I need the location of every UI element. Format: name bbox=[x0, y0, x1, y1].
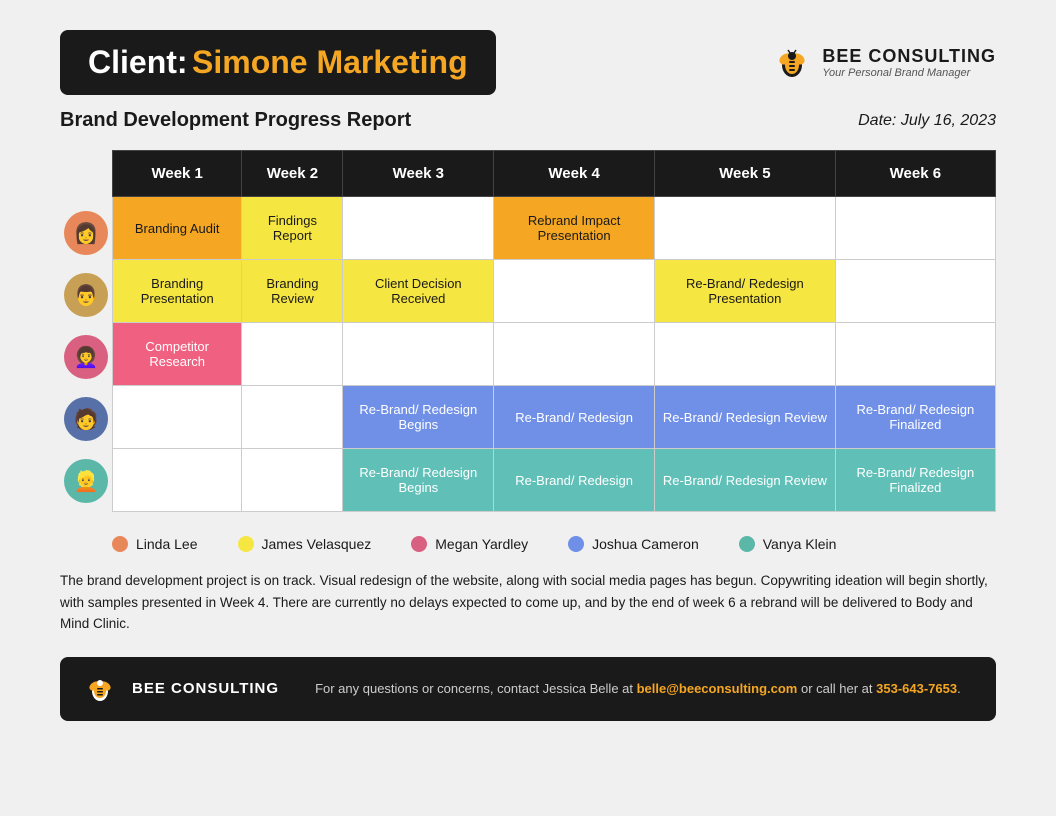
footer-phone: 353-643-7653 bbox=[876, 681, 957, 696]
table-row: Branding AuditFindings Report Rebrand Imp… bbox=[113, 197, 996, 260]
legend-item: Megan Yardley bbox=[411, 536, 528, 552]
table-cell bbox=[494, 260, 655, 323]
footer-email[interactable]: belle@beeconsulting.com bbox=[637, 681, 798, 696]
table-cell: Branding Presentation bbox=[113, 260, 242, 323]
tagline: Your Personal Brand Manager bbox=[822, 67, 996, 79]
report-title: Brand Development Progress Report bbox=[60, 109, 411, 132]
table-cell bbox=[343, 197, 494, 260]
legend-label: James Velasquez bbox=[262, 536, 372, 552]
table-cell: Rebrand Impact Presentation bbox=[494, 197, 655, 260]
avatars-column: 👩 👨 👩‍🦱 🧑 👱 bbox=[60, 150, 112, 512]
legend: Linda Lee James Velasquez Megan Yardley Jos… bbox=[112, 536, 996, 552]
subtitle-row: Brand Development Progress Report Date: … bbox=[60, 109, 996, 132]
table-cell: Re-Brand/ Redesign Begins bbox=[343, 386, 494, 449]
table-cell bbox=[242, 386, 343, 449]
table-cell: Re-Brand/ Redesign bbox=[494, 386, 655, 449]
company-name: BEE CONSULTING bbox=[822, 46, 996, 67]
avatar-1: 👩 bbox=[64, 211, 108, 255]
gantt-table: Week 1Week 2Week 3Week 4Week 5Week 6Bran… bbox=[112, 150, 996, 512]
legend-item: Linda Lee bbox=[112, 536, 198, 552]
table-cell: Re-Brand/ Redesign Review bbox=[655, 386, 836, 449]
table-cell bbox=[835, 260, 995, 323]
legend-item: James Velasquez bbox=[238, 536, 372, 552]
table-cell: Re-Brand/ Redesign Presentation bbox=[655, 260, 836, 323]
description: The brand development project is on trac… bbox=[60, 570, 996, 635]
table-row: Re-Brand/ Redesign BeginsRe-Brand/ Redes… bbox=[113, 449, 996, 512]
avatar-3: 👩‍🦱 bbox=[64, 335, 108, 379]
legend-item: Vanya Klein bbox=[739, 536, 837, 552]
legend-dot bbox=[411, 536, 427, 552]
week-header: Week 4 bbox=[494, 151, 655, 197]
avatar-cell: 👱 bbox=[60, 450, 112, 512]
page: Client: Simone Marketing BEE CONSULTING … bbox=[0, 0, 1056, 816]
bee-logo-icon bbox=[772, 43, 812, 83]
week-header: Week 1 bbox=[113, 151, 242, 197]
report-date: Date: July 16, 2023 bbox=[858, 112, 996, 130]
table-row: Competitor Research bbox=[113, 323, 996, 386]
table-cell: Re-Brand/ Redesign bbox=[494, 449, 655, 512]
table-cell: Re-Brand/ Redesign Finalized bbox=[835, 449, 995, 512]
table-row: Branding PresentationBranding ReviewClie… bbox=[113, 260, 996, 323]
avatar-cell: 🧑 bbox=[60, 388, 112, 450]
header: Client: Simone Marketing BEE CONSULTING … bbox=[60, 30, 996, 95]
legend-item: Joshua Cameron bbox=[568, 536, 699, 552]
footer: BEE CONSULTING For any questions or conc… bbox=[60, 657, 996, 721]
client-label: Client: bbox=[88, 44, 188, 80]
table-cell bbox=[242, 323, 343, 386]
table-cell: Re-Brand/ Redesign Review bbox=[655, 449, 836, 512]
logo-text: BEE CONSULTING Your Personal Brand Manag… bbox=[822, 46, 996, 79]
avatar-5: 👱 bbox=[64, 459, 108, 503]
logo-area: BEE CONSULTING Your Personal Brand Manag… bbox=[772, 43, 996, 83]
legend-dot bbox=[238, 536, 254, 552]
avatar-4: 🧑 bbox=[64, 397, 108, 441]
table-cell bbox=[113, 449, 242, 512]
table-cell: Branding Review bbox=[242, 260, 343, 323]
week-header: Week 2 bbox=[242, 151, 343, 197]
client-title-box: Client: Simone Marketing bbox=[60, 30, 496, 95]
table-cell bbox=[343, 323, 494, 386]
table-row: Re-Brand/ Redesign BeginsRe-Brand/ Redes… bbox=[113, 386, 996, 449]
legend-label: Megan Yardley bbox=[435, 536, 528, 552]
avatar-2: 👨 bbox=[64, 273, 108, 317]
legend-dot bbox=[112, 536, 128, 552]
table-cell: Findings Report bbox=[242, 197, 343, 260]
table-cell bbox=[242, 449, 343, 512]
client-name: Simone Marketing bbox=[192, 44, 468, 80]
week-header: Week 5 bbox=[655, 151, 836, 197]
table-cell: Branding Audit bbox=[113, 197, 242, 260]
table-cell: Re-Brand/ Redesign Begins bbox=[343, 449, 494, 512]
avatar-cell: 👩 bbox=[60, 202, 112, 264]
avatar-cell: 👩‍🦱 bbox=[60, 326, 112, 388]
table-cell bbox=[113, 386, 242, 449]
table-cell: Re-Brand/ Redesign Finalized bbox=[835, 386, 995, 449]
table-cell bbox=[835, 323, 995, 386]
legend-label: Linda Lee bbox=[136, 536, 198, 552]
legend-dot bbox=[739, 536, 755, 552]
footer-contact-text: For any questions or concerns, contact J… bbox=[315, 681, 961, 696]
footer-company-name: BEE CONSULTING bbox=[132, 680, 279, 697]
legend-label: Joshua Cameron bbox=[592, 536, 699, 552]
avatar-cell: 👨 bbox=[60, 264, 112, 326]
table-cell bbox=[494, 323, 655, 386]
legend-dot bbox=[568, 536, 584, 552]
table-cell bbox=[655, 197, 836, 260]
table-cell: Client Decision Received bbox=[343, 260, 494, 323]
week-header: Week 6 bbox=[835, 151, 995, 197]
table-container: 👩 👨 👩‍🦱 🧑 👱 Week 1Week 2Week 3Week 4Week 5We… bbox=[60, 150, 996, 512]
legend-label: Vanya Klein bbox=[763, 536, 837, 552]
table-cell bbox=[655, 323, 836, 386]
week-header: Week 3 bbox=[343, 151, 494, 197]
table-cell: Competitor Research bbox=[113, 323, 242, 386]
footer-bee-icon bbox=[84, 673, 116, 705]
table-cell bbox=[835, 197, 995, 260]
